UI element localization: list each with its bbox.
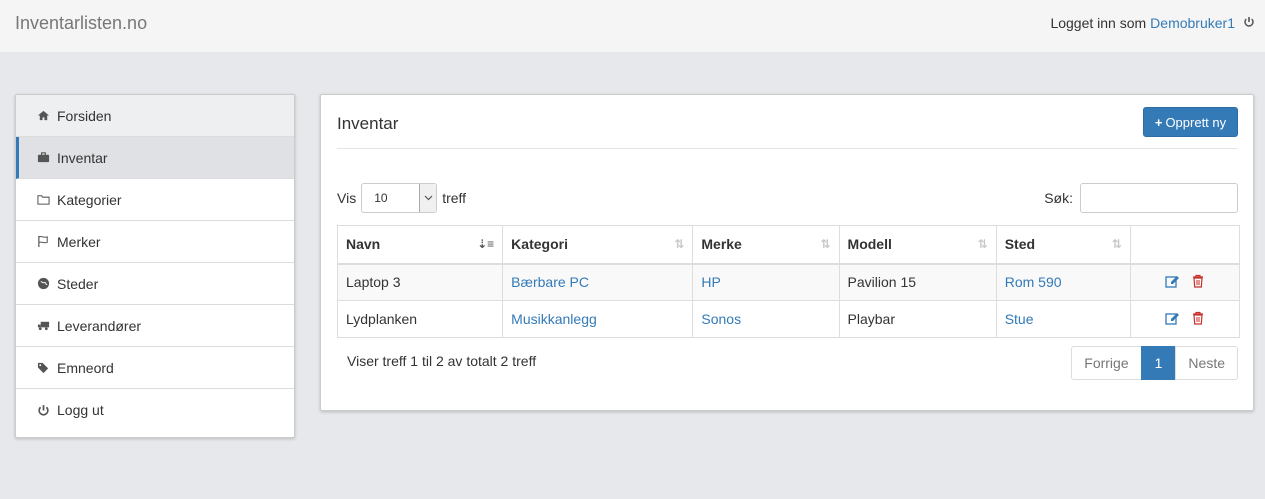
column-label: Merke: [701, 236, 742, 253]
sidebar-item-label: Forsiden: [57, 107, 112, 124]
power-icon: [36, 403, 50, 417]
sidebar-item-label: Leverandører: [57, 317, 142, 334]
search-label: Søk:: [1044, 190, 1073, 206]
sidebar-item-label: Emneord: [57, 359, 114, 376]
pagination-prev[interactable]: Forrige: [1071, 346, 1142, 380]
sidebar-item-logg-ut[interactable]: Logg ut: [16, 389, 294, 431]
chevron-down-icon: [419, 184, 437, 212]
delete-icon[interactable]: [1192, 274, 1204, 291]
truck-icon: [36, 319, 50, 333]
page-length-control: Vis 10 treff: [337, 183, 466, 213]
merke-link[interactable]: HP: [701, 274, 720, 290]
inventory-panel: Inventar + Opprett ny Vis 10 treff Søk: …: [320, 94, 1254, 411]
sidebar-item-leverandorer[interactable]: Leverandører: [16, 305, 294, 347]
sidebar-item-label: Steder: [57, 275, 99, 292]
kategori-link[interactable]: Bærbare PC: [511, 274, 589, 290]
row-actions: [1129, 263, 1241, 301]
table-header-row: Navn ⇣≡ Kategori ⇅ Merke ⇅ Modell ⇅ Sted ⇅: [336, 225, 1241, 265]
sidebar-item-inventar[interactable]: Inventar: [16, 137, 294, 179]
folder-icon: [36, 193, 50, 207]
column-header-sted[interactable]: Sted ⇅: [995, 225, 1131, 265]
plus-icon: +: [1154, 114, 1163, 130]
create-new-label: Opprett ny: [1165, 114, 1227, 130]
page-length-value: 10: [374, 191, 388, 205]
sidebar-item-label: Inventar: [57, 149, 108, 166]
column-header-navn[interactable]: Navn ⇣≡: [336, 225, 504, 265]
sted-link[interactable]: Rom 590: [1005, 274, 1062, 290]
home-icon: [36, 109, 50, 123]
table-info: Viser treff 1 til 2 av totalt 2 treff: [347, 353, 537, 369]
sidebar-item-merker[interactable]: Merker: [16, 221, 294, 263]
delete-icon[interactable]: [1192, 311, 1204, 328]
sidebar-item-label: Kategorier: [57, 191, 122, 208]
sort-icon: ⇅: [674, 237, 685, 251]
column-label: Navn: [346, 236, 381, 253]
sidebar-item-emneord[interactable]: Emneord: [16, 347, 294, 389]
cell-modell: Playbar: [838, 300, 997, 338]
power-icon[interactable]: [1243, 15, 1255, 31]
sidebar-item-steder[interactable]: Steder: [16, 263, 294, 305]
cell-navn: Laptop 3: [336, 263, 504, 301]
edit-icon[interactable]: [1165, 274, 1180, 291]
sted-link[interactable]: Stue: [1005, 311, 1034, 327]
search-control: Søk:: [1044, 183, 1238, 213]
pagination-page-1[interactable]: 1: [1140, 346, 1177, 380]
pagination: Forrige 1 Neste: [1071, 346, 1238, 380]
cell-modell: Pavilion 15: [838, 263, 997, 301]
cell-navn: Lydplanken: [336, 300, 504, 338]
briefcase-icon: [36, 151, 50, 165]
table-row: Laptop 3 Bærbare PC HP Pavilion 15 Rom 5…: [336, 263, 1241, 301]
table-row: Lydplanken Musikkanlegg Sonos Playbar St…: [336, 300, 1241, 338]
globe-icon: [36, 277, 50, 291]
column-header-merke[interactable]: Merke ⇅: [692, 225, 840, 265]
merke-link[interactable]: Sonos: [701, 311, 741, 327]
sort-icon: ⇅: [977, 237, 988, 251]
search-input[interactable]: [1080, 183, 1238, 213]
pagination-next[interactable]: Neste: [1175, 346, 1238, 380]
top-navbar: Inventarlisten.no Logget inn som Demobru…: [0, 0, 1265, 52]
sidebar-item-kategorier[interactable]: Kategorier: [16, 179, 294, 221]
kategori-link[interactable]: Musikkanlegg: [511, 311, 597, 327]
divider: [337, 148, 1238, 149]
length-prefix: Vis: [337, 190, 357, 206]
page-length-select[interactable]: 10: [361, 183, 438, 213]
logged-in-label: Logget inn som: [1050, 15, 1147, 31]
page-title: Inventar: [337, 114, 399, 133]
column-header-modell[interactable]: Modell ⇅: [838, 225, 997, 265]
sort-icon: ⇅: [820, 237, 831, 251]
flag-icon: [36, 235, 50, 249]
column-header-actions: [1129, 225, 1241, 265]
sort-asc-icon: ⇣≡: [477, 237, 495, 251]
column-label: Modell: [847, 236, 892, 253]
row-actions: [1129, 300, 1241, 338]
column-label: Kategori: [511, 236, 568, 253]
sort-icon: ⇅: [1111, 237, 1122, 251]
sidebar-item-forsiden[interactable]: Forsiden: [16, 95, 294, 137]
brand-logo-text[interactable]: Inventarlisten.no: [15, 13, 147, 34]
sidebar-item-label: Merker: [57, 233, 101, 250]
user-info: Logget inn som Demobruker1: [1050, 15, 1255, 31]
username-link[interactable]: Demobruker1: [1150, 15, 1235, 31]
sidebar-menu: Forsiden Inventar Kategorier Merker Sted…: [15, 94, 295, 438]
column-header-kategori[interactable]: Kategori ⇅: [502, 225, 694, 265]
length-suffix: treff: [442, 190, 467, 206]
edit-icon[interactable]: [1165, 311, 1180, 328]
create-new-button[interactable]: + Opprett ny: [1143, 107, 1238, 137]
column-label: Sted: [1004, 236, 1036, 253]
sidebar-item-label: Logg ut: [57, 402, 104, 418]
inventory-table: Navn ⇣≡ Kategori ⇅ Merke ⇅ Modell ⇅ Sted ⇅ La…: [336, 225, 1241, 338]
tags-icon: [36, 361, 50, 375]
